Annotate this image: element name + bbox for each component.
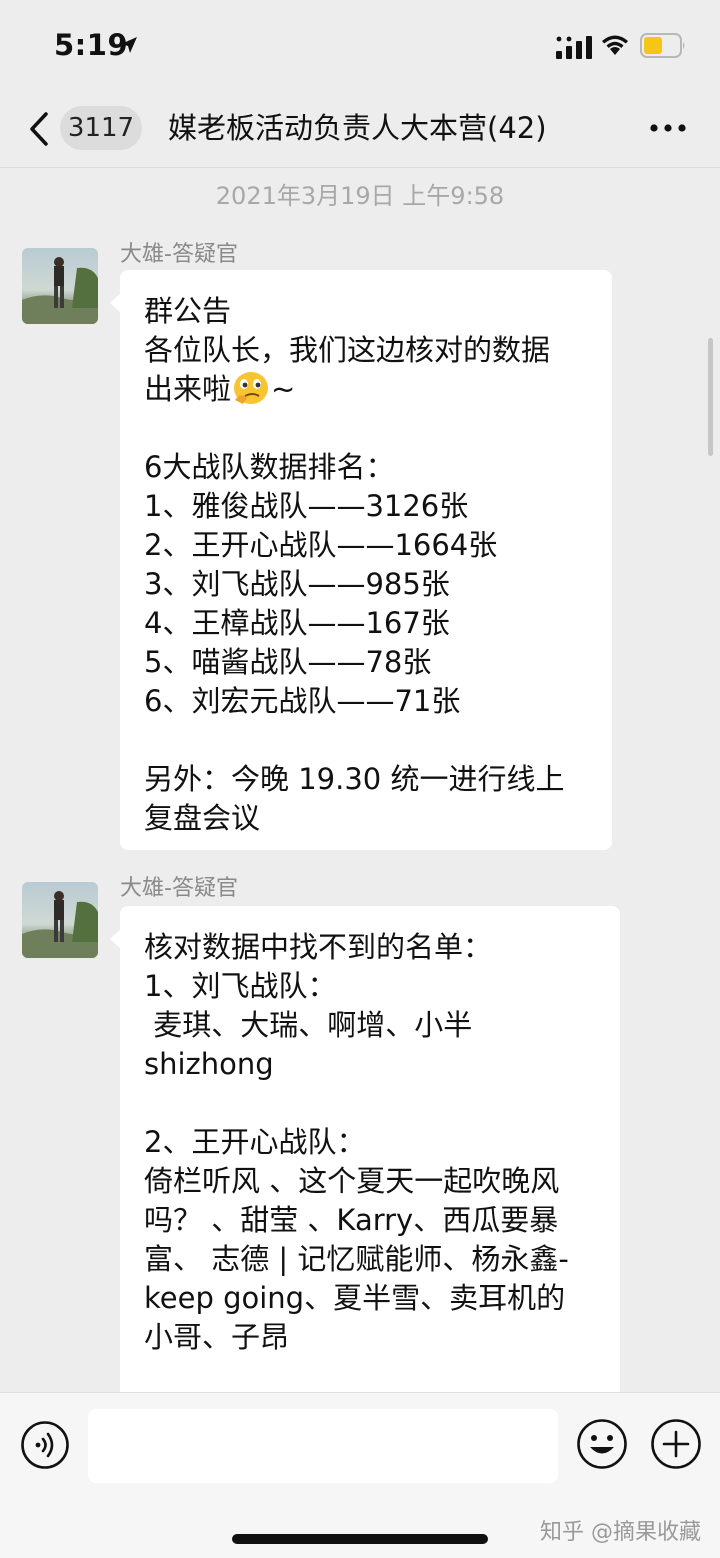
message-input[interactable] bbox=[88, 1409, 558, 1483]
message-line: 富、 志德 | 记忆赋能师、杨永鑫- bbox=[144, 1242, 569, 1276]
location-arrow-icon bbox=[121, 37, 137, 53]
avatar-image bbox=[22, 891, 98, 958]
message-line: 麦琪、大瑞、啊增、小半 bbox=[144, 1008, 473, 1042]
avatar[interactable] bbox=[22, 882, 98, 958]
message-line bbox=[144, 409, 592, 448]
message-line bbox=[144, 1084, 600, 1123]
message-line-with-emoji: 出来啦 ~ bbox=[144, 370, 592, 409]
chat-title: 媒老板活动负责人大本营(42) bbox=[168, 111, 547, 145]
message-line: 2、王开心战队： bbox=[144, 1125, 366, 1159]
message-bubble[interactable]: 核对数据中找不到的名单： 1、刘飞战队： 麦琪、大瑞、啊增、小半 shizhon… bbox=[110, 906, 620, 1426]
message-line: 6、刘宏元战队——71张 bbox=[144, 684, 461, 718]
unread-count-badge[interactable]: 3117 bbox=[60, 106, 142, 150]
thinking-emoji-icon bbox=[234, 372, 269, 404]
sender-name: 大雄-答疑官 bbox=[120, 876, 238, 901]
emoji-icon[interactable] bbox=[576, 1418, 628, 1470]
voice-icon[interactable] bbox=[20, 1420, 70, 1470]
message-line: 小哥、子昂 bbox=[144, 1320, 290, 1354]
sender-name: 大雄-答疑官 bbox=[120, 242, 238, 267]
message-text: 出来啦 bbox=[144, 372, 232, 406]
message-line: 6大战队数据排名： bbox=[144, 450, 395, 484]
message-line: 群公告 bbox=[144, 294, 232, 328]
scrollbar[interactable] bbox=[708, 338, 713, 456]
message-line: 5、喵酱战队——78张 bbox=[144, 645, 432, 679]
message-line: 核对数据中找不到的名单： bbox=[144, 930, 493, 964]
message-line: 各位队长，我们这边核对的数据 bbox=[144, 333, 551, 367]
status-bar: 5:19 bbox=[0, 0, 720, 92]
chevron-left-icon[interactable] bbox=[26, 110, 52, 148]
message-text: ~ bbox=[271, 372, 296, 406]
message-line: 1、刘飞战队： bbox=[144, 969, 337, 1003]
message-line: 4、王樟战队——167张 bbox=[144, 606, 450, 640]
avatar-image bbox=[22, 257, 98, 324]
message-line: 倚栏听风 、这个夏天一起吹晚风 bbox=[144, 1164, 560, 1198]
message-line: shizhong bbox=[144, 1047, 274, 1081]
message-line: 复盘会议 bbox=[144, 801, 261, 835]
plus-icon[interactable] bbox=[650, 1418, 702, 1470]
wifi-icon bbox=[602, 35, 628, 55]
battery-icon bbox=[640, 33, 685, 58]
message-line: 1、雅俊战队——3126张 bbox=[144, 489, 469, 523]
message-line: 2、王开心战队——1664张 bbox=[144, 528, 498, 562]
message-line: 吗？ 、甜莹 、Karry、西瓜要暴 bbox=[144, 1203, 559, 1237]
message-line: keep going、夏半雪、卖耳机的 bbox=[144, 1281, 566, 1315]
message-line: 另外：今晚 19.30 统一进行线上 bbox=[144, 762, 565, 796]
message-line bbox=[144, 721, 592, 760]
more-dots-icon[interactable] bbox=[648, 116, 688, 140]
home-indicator[interactable] bbox=[232, 1534, 488, 1544]
message-bubble[interactable]: 群公告 各位队长，我们这边核对的数据 出来啦 ~ 6大战队数据排名： 1、雅俊战… bbox=[110, 270, 612, 850]
chat-nav-bar: 3117 媒老板活动负责人大本营(42) bbox=[0, 92, 720, 168]
avatar[interactable] bbox=[22, 248, 98, 324]
watermark: 知乎 @摘果收藏 bbox=[540, 1520, 701, 1545]
signal-icon bbox=[556, 36, 592, 59]
status-time: 5:19 bbox=[54, 28, 129, 62]
date-divider: 2021年3月19日 上午9:58 bbox=[215, 182, 505, 210]
message-line: 3、刘飞战队——985张 bbox=[144, 567, 450, 601]
chat-screen: 5:19 3117 媒老板活动负责人大本营(42) 2021年3月19日 上午9… bbox=[0, 0, 720, 1558]
